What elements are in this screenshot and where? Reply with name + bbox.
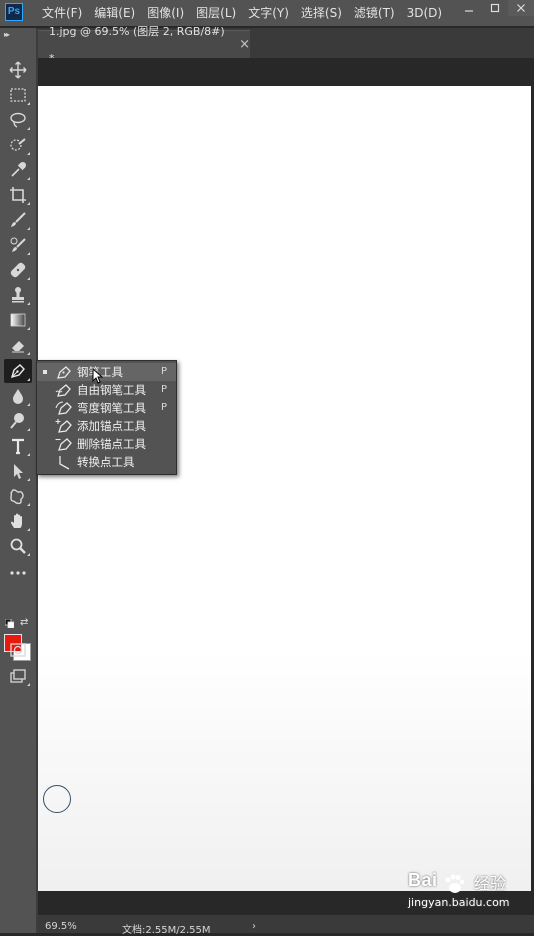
mouse-cursor-icon xyxy=(92,368,104,384)
dodge-icon[interactable] xyxy=(4,409,32,433)
history-brush-icon[interactable] xyxy=(4,233,32,257)
window-controls xyxy=(456,0,534,18)
flyout-item-freeform-pen[interactable]: 自由钢笔工具 P xyxy=(37,381,176,399)
menu-filter[interactable]: 滤镜(T) xyxy=(348,0,401,26)
ruler-strip xyxy=(38,58,534,86)
path-select-icon[interactable] xyxy=(4,459,32,483)
menu-select[interactable]: 选择(S) xyxy=(295,0,348,26)
flyout-item-add-anchor[interactable]: 添加锚点工具 xyxy=(37,417,176,435)
close-icon[interactable] xyxy=(508,0,534,16)
shape-icon[interactable] xyxy=(4,484,32,508)
convert-point-icon xyxy=(55,454,73,470)
pen-icon xyxy=(55,364,73,380)
gradient-icon[interactable] xyxy=(4,308,32,332)
menu-type[interactable]: 文字(Y) xyxy=(242,0,295,26)
paw-logo-icon xyxy=(445,874,465,893)
pen-tool-flyout: 钢笔工具 P 自由钢笔工具 P 弯度钢笔工具 P 添加锚点工具 删除锚点工具 转… xyxy=(36,360,177,475)
watermark-site: 经验 xyxy=(474,874,507,893)
hand-icon[interactable] xyxy=(4,509,32,533)
watermark-url: jingyan.baidu.com xyxy=(408,896,510,909)
more-icon[interactable] xyxy=(4,561,32,585)
quick-select-icon[interactable] xyxy=(4,133,32,157)
eyedropper-icon[interactable] xyxy=(4,158,32,182)
document-size: 文档:2.55M/2.55M xyxy=(122,925,211,936)
restore-icon[interactable] xyxy=(482,0,508,16)
flyout-item-convert-point[interactable]: 转换点工具 xyxy=(37,453,176,471)
flyout-item-curvature-pen[interactable]: 弯度钢笔工具 P xyxy=(37,399,176,417)
freeform-pen-icon xyxy=(55,382,73,398)
menu-3d[interactable]: 3D(D) xyxy=(401,0,448,26)
swap-colors-icon[interactable]: ⇄ xyxy=(20,617,28,628)
add-anchor-icon xyxy=(55,418,73,434)
stamp-icon[interactable] xyxy=(4,283,32,307)
flyout-label: 删除锚点工具 xyxy=(77,437,146,451)
healing-icon[interactable] xyxy=(4,258,32,282)
cursor-ring xyxy=(43,785,71,813)
zoom-level[interactable]: 69.5% xyxy=(45,921,77,932)
flyout-label: 自由钢笔工具 xyxy=(77,383,146,397)
zoom-icon[interactable] xyxy=(4,534,32,558)
flyout-item-pen[interactable]: 钢笔工具 P xyxy=(37,363,176,381)
watermark-brand: Bai xyxy=(408,870,438,890)
move-icon[interactable] xyxy=(4,58,32,82)
lasso-icon[interactable] xyxy=(4,108,32,132)
quick-mask-icon[interactable] xyxy=(4,638,32,662)
brush-icon[interactable] xyxy=(4,208,32,232)
selected-marker xyxy=(43,370,47,374)
screen-mode-icon[interactable] xyxy=(4,664,32,688)
default-colors-icon[interactable] xyxy=(5,619,14,628)
flyout-label: 添加锚点工具 xyxy=(77,419,146,433)
type-icon[interactable] xyxy=(4,434,32,458)
shortcut-key: P xyxy=(161,366,168,377)
app-logo: Ps xyxy=(5,3,23,21)
document-canvas[interactable] xyxy=(38,86,531,891)
tab-close-icon[interactable]: × xyxy=(239,31,250,58)
delete-anchor-icon xyxy=(55,436,73,452)
flyout-label: 转换点工具 xyxy=(77,455,135,469)
crop-icon[interactable] xyxy=(4,183,32,207)
document-tab[interactable]: 1.jpg @ 69.5% (图层 2, RGB/8#) * × xyxy=(38,25,250,65)
shortcut-key: P xyxy=(161,402,168,413)
document-tab-bar: 1.jpg @ 69.5% (图层 2, RGB/8#) * × xyxy=(38,25,534,65)
pen-icon[interactable] xyxy=(4,359,32,383)
eraser-icon[interactable] xyxy=(4,333,32,357)
flyout-label: 弯度钢笔工具 xyxy=(77,401,146,415)
curvature-pen-icon xyxy=(55,400,73,416)
flyout-item-delete-anchor[interactable]: 删除锚点工具 xyxy=(37,435,176,453)
shortcut-key: P xyxy=(161,384,168,395)
status-menu-icon[interactable]: › xyxy=(252,921,256,932)
collapse-icon[interactable]: ▸▸ xyxy=(4,30,10,39)
minimize-icon[interactable] xyxy=(456,0,482,16)
tools-panel: ▸▸ ⇄ xyxy=(0,28,38,933)
blur-icon[interactable] xyxy=(4,384,32,408)
watermark: Bai 经验 jingyan.baidu.com xyxy=(408,870,532,920)
marquee-icon[interactable] xyxy=(4,83,32,107)
